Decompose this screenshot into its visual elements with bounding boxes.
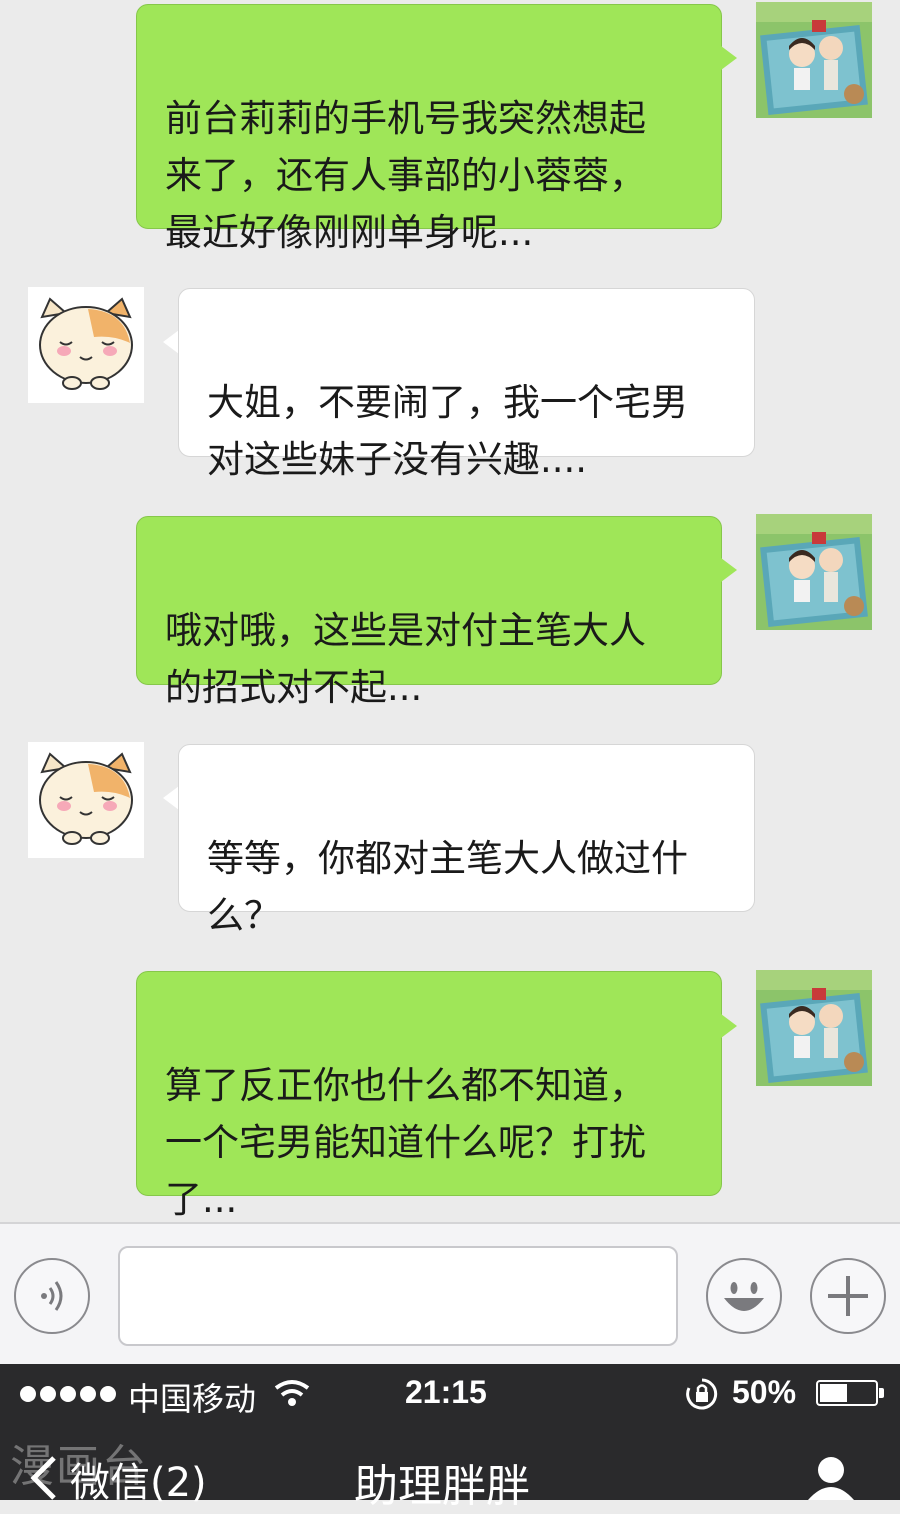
- profile-icon[interactable]: [804, 1454, 858, 1500]
- add-button[interactable]: [810, 1258, 886, 1334]
- emoji-button[interactable]: [706, 1258, 782, 1334]
- chat-area[interactable]: 前台莉莉的手机号我突然想起 来了，还有人事部的小蓉蓉， 最近好像刚刚单身呢...: [0, 0, 900, 1222]
- chat-title: 助理胖胖: [354, 1461, 530, 1512]
- message-text: 前台莉莉的手机号我突然想起 来了，还有人事部的小蓉蓉， 最近好像刚刚单身呢...: [165, 97, 646, 254]
- emoji-icon: [724, 1282, 764, 1311]
- message-text: 等等，你都对主笔大人做过什 么？: [207, 837, 688, 937]
- cat-avatar-icon: [28, 742, 144, 858]
- battery-icon: [816, 1380, 884, 1406]
- clock: 21:15: [405, 1374, 487, 1410]
- bubble-tail: [721, 1014, 737, 1038]
- message-input[interactable]: [118, 1246, 678, 1346]
- bubble-tail: [163, 786, 179, 810]
- battery-percent: 50%: [732, 1374, 797, 1410]
- cartoon-avatar-icon: [756, 514, 872, 630]
- input-bar: [0, 1222, 900, 1366]
- status-bar: 中国移动 21:15 50% 微信(2) 助理胖胖 漫画台: [0, 1364, 900, 1512]
- contact-avatar[interactable]: [28, 742, 144, 858]
- cat-avatar-icon: [28, 287, 144, 403]
- my-avatar[interactable]: [756, 2, 872, 118]
- cartoon-avatar-icon: [756, 2, 872, 118]
- my-message-bubble[interactable]: 前台莉莉的手机号我突然想起 来了，还有人事部的小蓉蓉， 最近好像刚刚单身呢...: [136, 4, 722, 254]
- bubble-tail: [163, 330, 179, 354]
- message-text: 算了反正你也什么都不知道， 一个宅男能知道什么呢？打扰 了...: [165, 1064, 646, 1221]
- message-text: 大姐，不要闹了，我一个宅男 对这些妹子没有兴趣....: [207, 381, 688, 481]
- battery-fill: [820, 1384, 847, 1402]
- bubble-tail: [721, 558, 737, 582]
- my-avatar[interactable]: [756, 970, 872, 1086]
- message-text: 哦对哦，这些是对付主笔大人 的招式对不起...: [165, 609, 646, 709]
- my-message-bubble[interactable]: 哦对哦，这些是对付主笔大人 的招式对不起...: [136, 516, 722, 709]
- carrier-label: 中国移动: [128, 1380, 257, 1418]
- bubble-tail: [721, 46, 737, 70]
- watermark-logo: 漫画台: [10, 1441, 148, 1492]
- voice-icon: [41, 1281, 63, 1311]
- my-message-bubble[interactable]: 算了反正你也什么都不知道， 一个宅男能知道什么呢？打扰 了...: [136, 971, 722, 1221]
- add-icon: [828, 1276, 868, 1316]
- cartoon-avatar-icon: [756, 970, 872, 1086]
- contact-avatar[interactable]: [28, 287, 144, 403]
- contact-message-bubble[interactable]: 大姐，不要闹了，我一个宅男 对这些妹子没有兴趣....: [178, 288, 755, 481]
- voice-button[interactable]: [14, 1258, 90, 1334]
- my-avatar[interactable]: [756, 514, 872, 630]
- contact-message-bubble[interactable]: 等等，你都对主笔大人做过什 么？: [178, 744, 755, 937]
- wifi-icon: [274, 1380, 310, 1406]
- rotation-lock-icon: [686, 1378, 718, 1410]
- signal-dots-icon: [20, 1386, 116, 1402]
